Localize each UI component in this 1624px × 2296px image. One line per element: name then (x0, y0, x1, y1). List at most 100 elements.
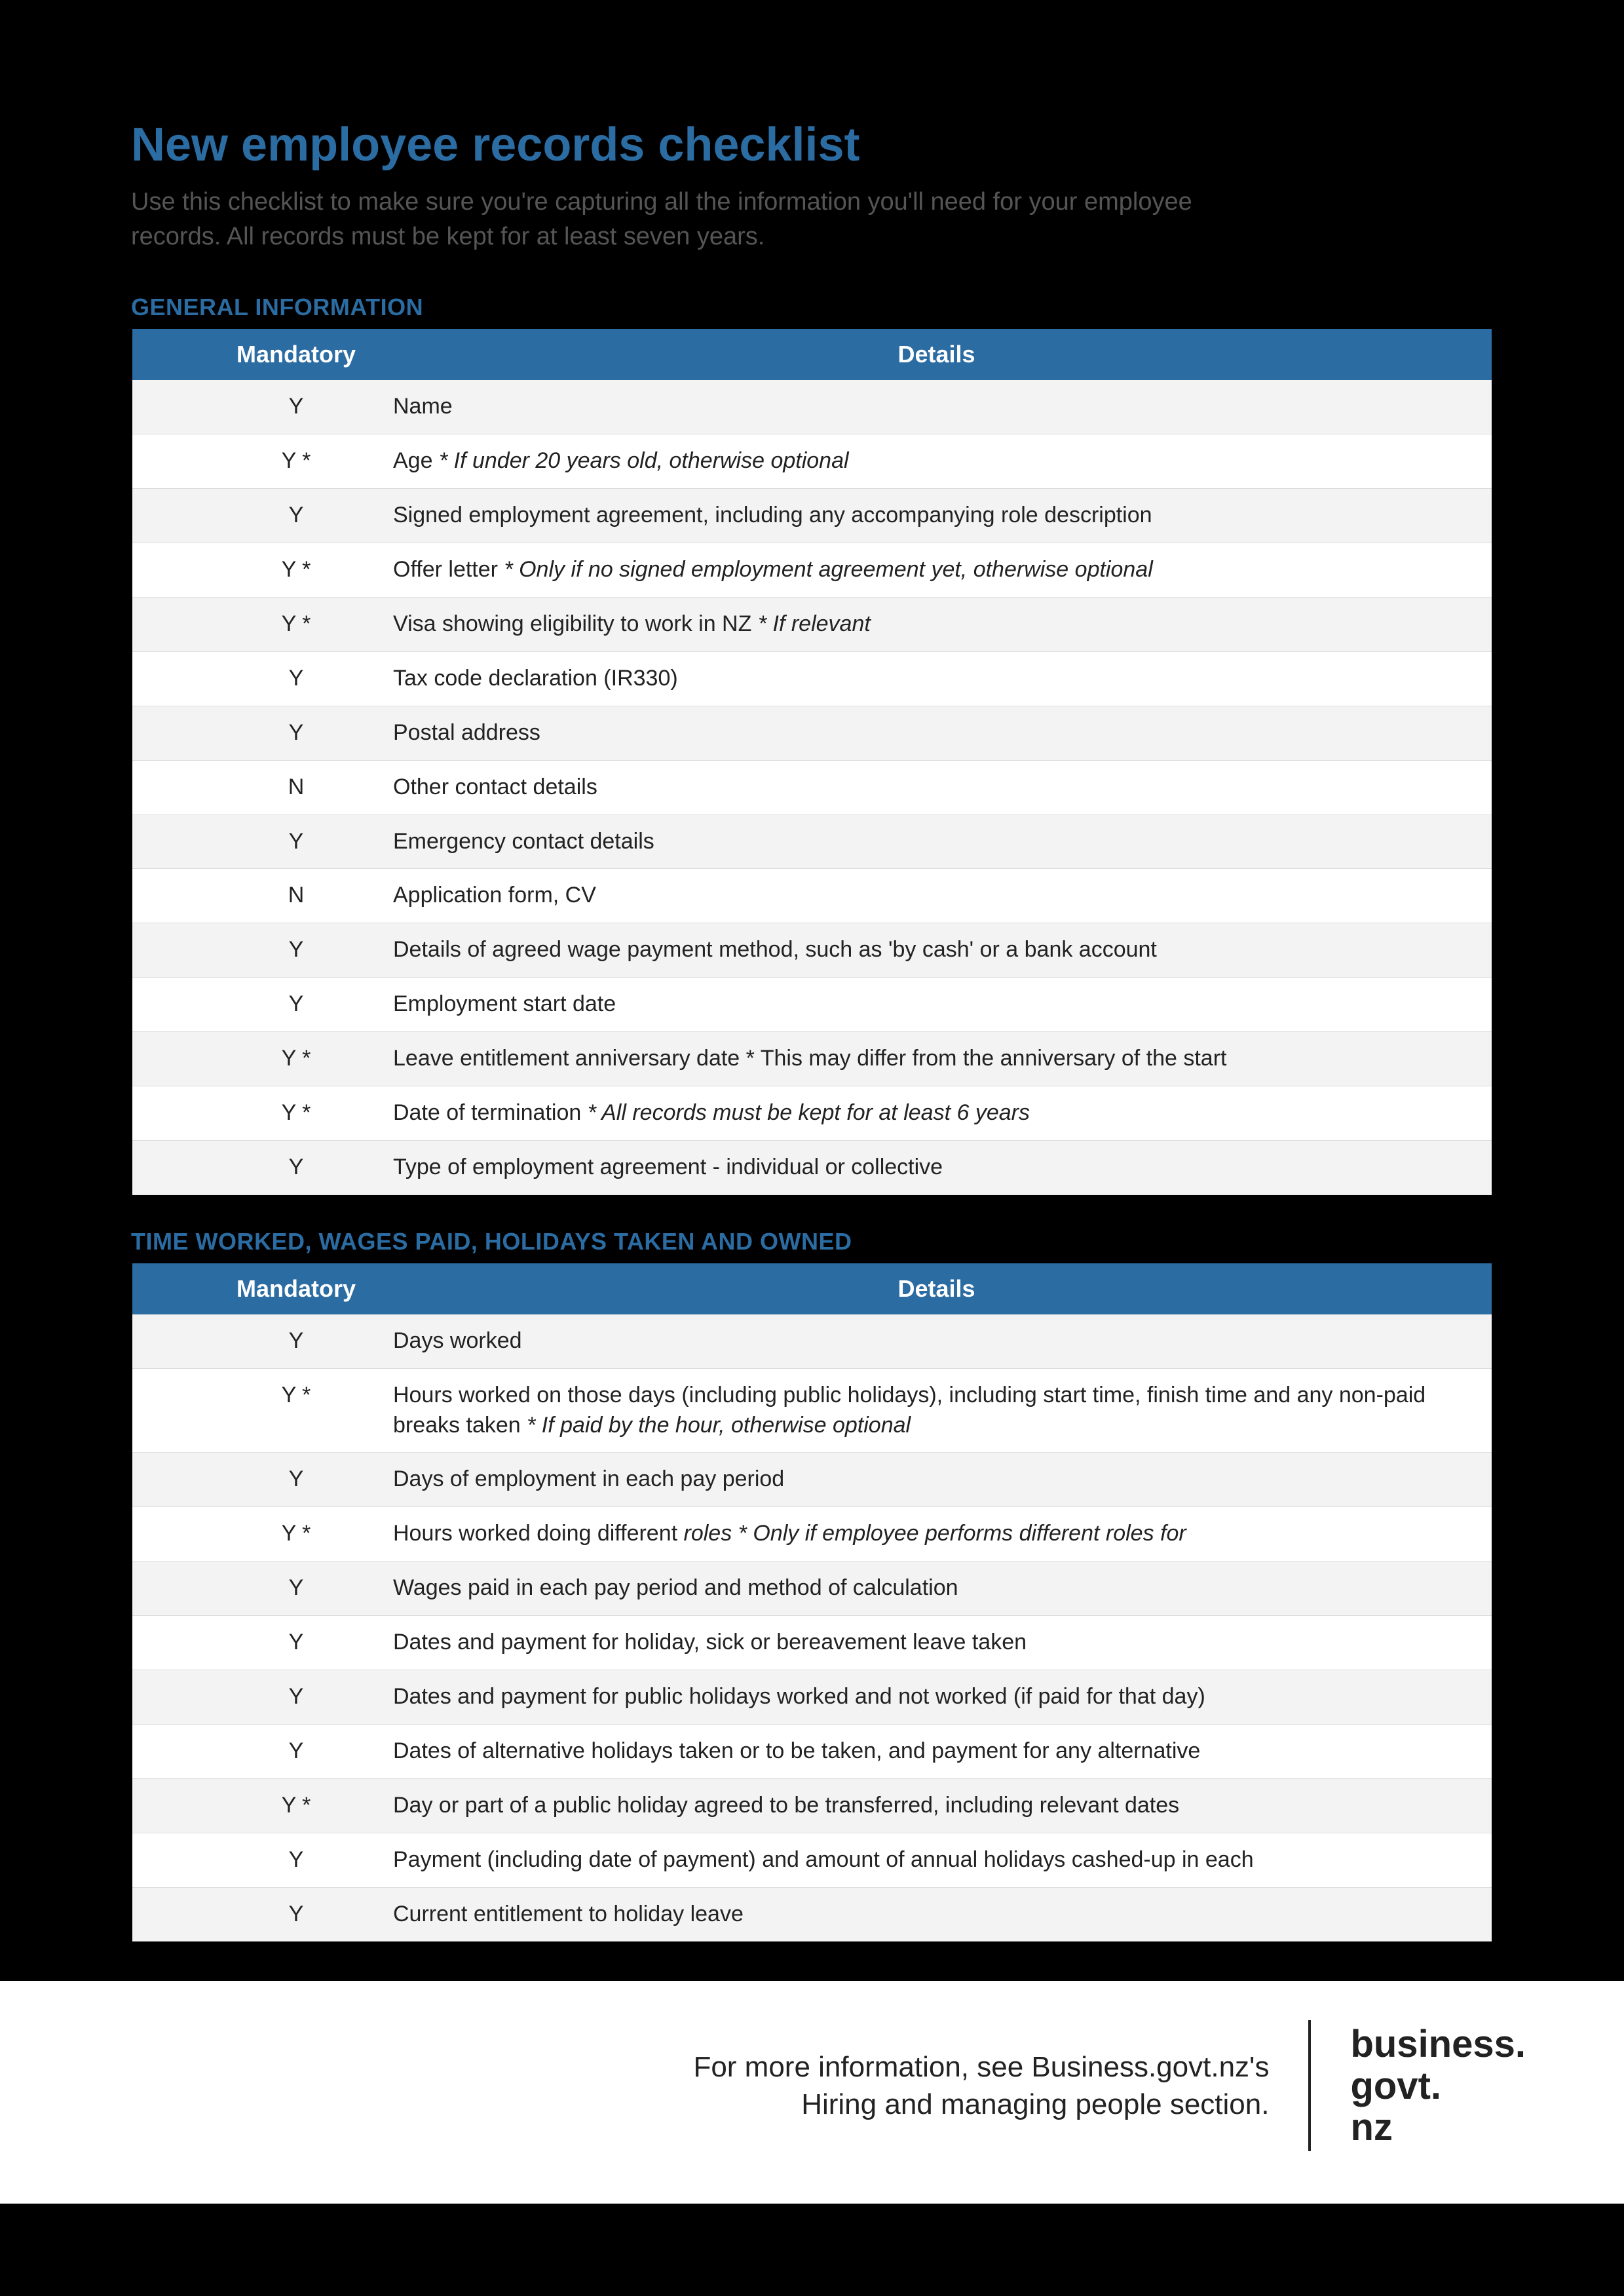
mandatory-cell: Y (211, 1724, 381, 1778)
mandatory-cell: Y (211, 1140, 381, 1195)
section-heading-general: GENERAL INFORMATION (131, 294, 1493, 321)
details-cell: Dates of alternative holidays taken or t… (381, 1724, 1492, 1778)
details-cell: Type of employment agreement - individua… (381, 1140, 1492, 1195)
checkbox-cell[interactable] (132, 1453, 211, 1507)
table-row: YEmergency contact details (132, 814, 1492, 869)
mandatory-cell: Y * (211, 597, 381, 651)
checklist-table: Mandatory Details YNameY *Age * If under… (132, 329, 1492, 1195)
checkbox-cell[interactable] (132, 1507, 211, 1561)
table-row: NApplication form, CV (132, 869, 1492, 923)
details-cell: Days of employment in each pay period (381, 1453, 1492, 1507)
details-cell: Name (381, 380, 1492, 434)
mandatory-cell: N (211, 760, 381, 814)
details-cell: Application form, CV (381, 869, 1492, 923)
mandatory-cell: Y (211, 1887, 381, 1942)
mandatory-cell: Y * (211, 1032, 381, 1086)
checkbox-cell[interactable] (132, 597, 211, 651)
checkbox-cell[interactable] (132, 380, 211, 434)
mandatory-cell: Y (211, 1314, 381, 1368)
details-cell: Signed employment agreement, including a… (381, 489, 1492, 543)
column-checkbox (132, 1263, 211, 1314)
checkbox-cell[interactable] (132, 978, 211, 1032)
details-cell: Hours worked on those days (including pu… (381, 1368, 1492, 1453)
checkbox-cell[interactable] (132, 1561, 211, 1616)
footer-brand: business. govt. nz (1350, 2023, 1526, 2149)
mandatory-cell: Y (211, 814, 381, 869)
checkbox-cell[interactable] (132, 760, 211, 814)
mandatory-cell: Y (211, 706, 381, 760)
checkbox-cell[interactable] (132, 1670, 211, 1724)
table-row: YPostal address (132, 706, 1492, 760)
table-row: NOther contact details (132, 760, 1492, 814)
mandatory-cell: Y (211, 651, 381, 706)
mandatory-cell: Y * (211, 1368, 381, 1453)
table-row: YDates of alternative holidays taken or … (132, 1724, 1492, 1778)
checkbox-cell[interactable] (132, 1086, 211, 1140)
details-cell: Visa showing eligibility to work in NZ *… (381, 597, 1492, 651)
checkbox-cell[interactable] (132, 1368, 211, 1453)
mandatory-cell: Y (211, 489, 381, 543)
details-cell: Details of agreed wage payment method, s… (381, 923, 1492, 978)
checkbox-cell[interactable] (132, 1616, 211, 1670)
checkbox-cell[interactable] (132, 1140, 211, 1195)
table-row: Y *Date of termination * All records mus… (132, 1086, 1492, 1140)
checkbox-cell[interactable] (132, 814, 211, 869)
checklist-table: Mandatory Details YDays workedY *Hours w… (132, 1263, 1492, 1942)
details-cell: Days worked (381, 1314, 1492, 1368)
checkbox-cell[interactable] (132, 1887, 211, 1942)
details-cell: Wages paid in each pay period and method… (381, 1561, 1492, 1616)
checkbox-cell[interactable] (132, 1032, 211, 1086)
mandatory-cell: Y (211, 923, 381, 978)
table-row: Y *Offer letter * Only if no signed empl… (132, 543, 1492, 598)
details-cell: Tax code declaration (IR330) (381, 651, 1492, 706)
table-row: YName (132, 380, 1492, 434)
details-cell: Payment (including date of payment) and … (381, 1833, 1492, 1887)
column-mandatory: Mandatory (211, 1263, 381, 1314)
table-time: Mandatory Details YDays workedY *Hours w… (131, 1263, 1493, 1942)
checkbox-cell[interactable] (132, 1724, 211, 1778)
brand-line3: nz (1350, 2106, 1392, 2149)
table-row: YType of employment agreement - individu… (132, 1140, 1492, 1195)
mandatory-cell: Y (211, 1616, 381, 1670)
details-cell: Emergency contact details (381, 814, 1492, 869)
page-footer: For more information, see Business.govt.… (0, 1981, 1624, 2204)
checkbox-cell[interactable] (132, 651, 211, 706)
checkbox-cell[interactable] (132, 489, 211, 543)
details-cell: Offer letter * Only if no signed employm… (381, 543, 1492, 598)
table-row: YWages paid in each pay period and metho… (132, 1561, 1492, 1616)
section-heading-time: TIME WORKED, WAGES PAID, HOLIDAYS TAKEN … (131, 1228, 1493, 1255)
mandatory-cell: Y * (211, 434, 381, 489)
details-cell: Postal address (381, 706, 1492, 760)
checkbox-cell[interactable] (132, 869, 211, 923)
checkbox-cell[interactable] (132, 1314, 211, 1368)
details-cell: Leave entitlement anniversary date * Thi… (381, 1032, 1492, 1086)
mandatory-cell: Y (211, 1453, 381, 1507)
checkbox-cell[interactable] (132, 543, 211, 598)
mandatory-cell: Y * (211, 1778, 381, 1833)
column-mandatory: Mandatory (211, 329, 381, 380)
checkbox-cell[interactable] (132, 1778, 211, 1833)
table-row: YPayment (including date of payment) and… (132, 1833, 1492, 1887)
column-checkbox (132, 329, 211, 380)
table-row: YSigned employment agreement, including … (132, 489, 1492, 543)
intro-text: Use this checklist to make sure you're c… (131, 185, 1277, 254)
mandatory-cell: Y (211, 1833, 381, 1887)
mandatory-cell: Y * (211, 543, 381, 598)
column-details: Details (381, 1263, 1492, 1314)
checkbox-cell[interactable] (132, 434, 211, 489)
details-cell: Hours worked doing different roles * Onl… (381, 1507, 1492, 1561)
table-row: YTax code declaration (IR330) (132, 651, 1492, 706)
checkbox-cell[interactable] (132, 1833, 211, 1887)
table-general: Mandatory Details YNameY *Age * If under… (131, 329, 1493, 1195)
mandatory-cell: Y (211, 978, 381, 1032)
details-cell: Other contact details (381, 760, 1492, 814)
checkbox-cell[interactable] (132, 706, 211, 760)
details-cell: Current entitlement to holiday leave (381, 1887, 1492, 1942)
mandatory-cell: Y (211, 380, 381, 434)
table-row: Y *Visa showing eligibility to work in N… (132, 597, 1492, 651)
column-details: Details (381, 329, 1492, 380)
footer-line2: Hiring and managing people section. (801, 2088, 1269, 2120)
page-title: New employee records checklist (131, 118, 1493, 172)
table-row: YDates and payment for holiday, sick or … (132, 1616, 1492, 1670)
checkbox-cell[interactable] (132, 923, 211, 978)
